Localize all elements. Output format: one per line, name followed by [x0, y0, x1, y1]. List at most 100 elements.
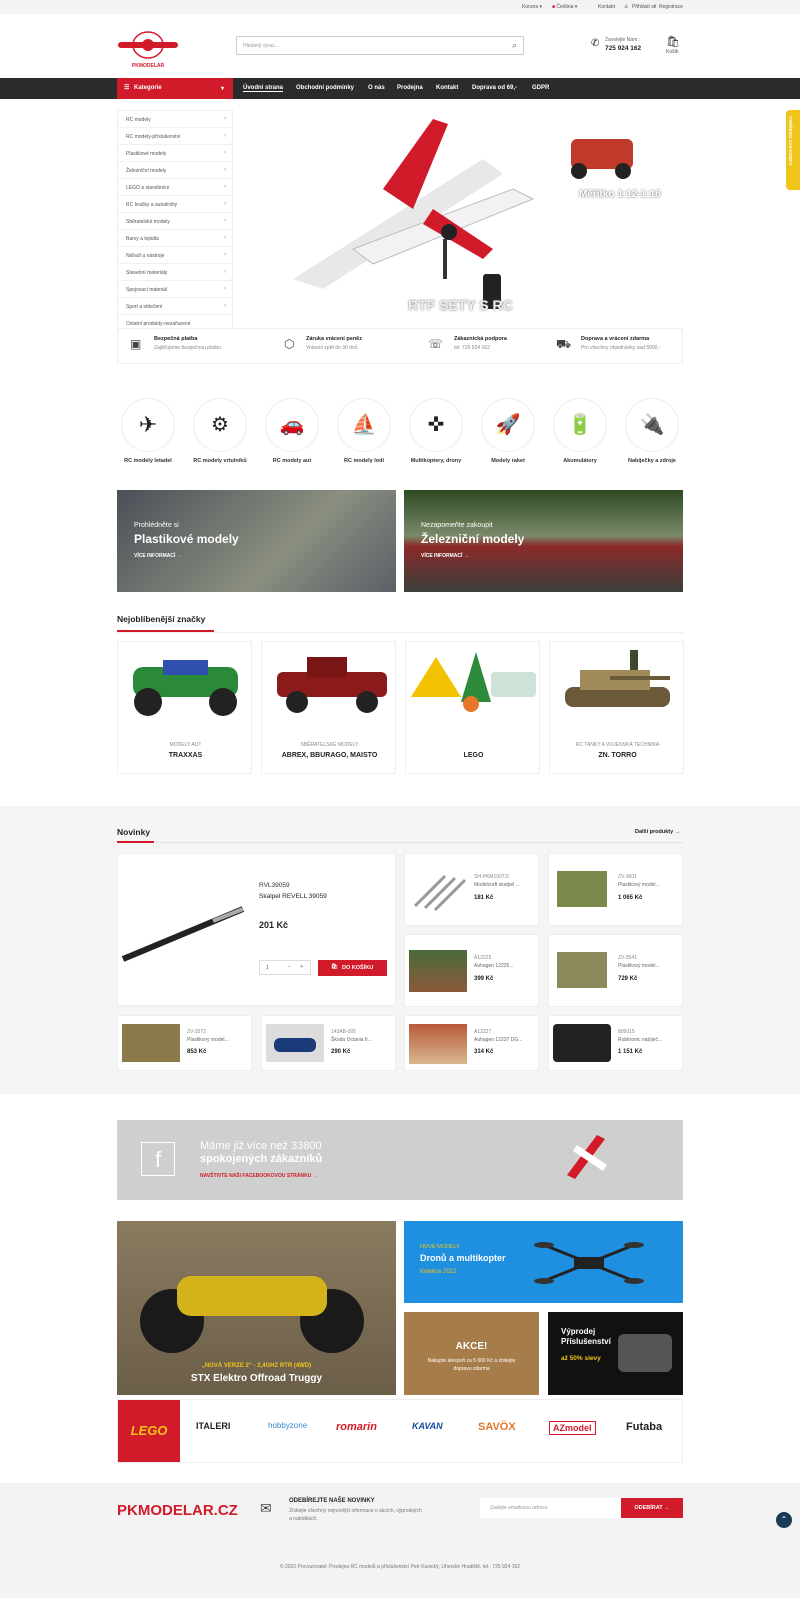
sidemenu-item[interactable]: RC hračky a autodráhy › — [118, 196, 232, 213]
product-card[interactable]: ZV-3601 Plastikový model... 1 065 Kč — [548, 853, 683, 926]
plus-icon[interactable]: + — [300, 964, 303, 970]
category-drone[interactable]: ✜ — [409, 398, 463, 452]
language-select[interactable]: ■ Čeština ▾ — [552, 4, 577, 10]
nav-about[interactable]: O nás — [368, 85, 385, 91]
search-input[interactable]: Hledaný výraz... ⌕ — [236, 36, 524, 55]
product-card[interactable]: 143AB-005 Škoda Octavia II... 290 Kč — [261, 1015, 396, 1071]
brand-card[interactable]: MODELY AUT TRAXXAS — [117, 641, 252, 774]
category-label[interactable]: RC modely vrtulníků — [180, 458, 260, 464]
logo-lego[interactable]: LEGO — [118, 1400, 180, 1462]
site-logo[interactable]: PKMODELAR — [118, 30, 178, 69]
product-name[interactable]: Auhagen 12225... — [474, 963, 513, 969]
banner-plastic-models[interactable]: Prohlédněte si Plastikové modely VÍCE IN… — [117, 490, 396, 592]
product-name[interactable]: Plastikový model... — [187, 1037, 229, 1043]
logo-romarin[interactable]: romarin — [336, 1421, 377, 1433]
logo-savox[interactable]: SAVÖX — [478, 1421, 516, 1433]
product-card[interactable]: ZV-3541 Plastikový model... 729 Kč — [548, 934, 683, 1007]
hero-slider[interactable]: RTF SETY S RC Měřítko 1:12-1:18 — [233, 99, 683, 327]
nav-gdpr[interactable]: GDPR — [532, 85, 549, 91]
category-label[interactable]: RC modely lodí — [324, 458, 404, 464]
top-bar: Koruna ▾ ■ Čeština ▾ Kontakt ♙ Přihlásit… — [0, 0, 800, 14]
contact-link[interactable]: Kontakt — [598, 4, 615, 10]
login-link[interactable]: Přihlásit se — [632, 4, 656, 10]
search-icon[interactable]: ⌕ — [512, 40, 517, 51]
product-card[interactable]: A12225 Auhagen 12225... 399 Kč — [404, 934, 539, 1007]
product-name[interactable]: Plastikový model... — [618, 963, 660, 969]
category-label[interactable]: RC modely letadel — [108, 458, 188, 464]
banner-railway-models[interactable]: Nezapomeňte zakoupit Železniční modely V… — [404, 490, 683, 592]
product-name[interactable]: Plastikový model... — [618, 882, 660, 888]
category-label[interactable]: Multikoptery, drony — [396, 458, 476, 464]
product-card[interactable]: SH-PKM1007/3 Modelcraft skalpel ... 181 … — [404, 853, 539, 926]
nav-store[interactable]: Prodejna — [397, 85, 423, 91]
promo-drones[interactable]: NOVÉ MODELY Dronů a multikopter Kolekce … — [404, 1221, 683, 1303]
category-battery[interactable]: 🔋 — [553, 398, 607, 452]
logo-azmodel[interactable]: AZmodel — [549, 1421, 596, 1435]
subscribe-button[interactable]: ODEBÍRAT → — [621, 1498, 683, 1518]
brand-card[interactable]: RC TANKY A VOJENSKÁ TECHNIKA ZN. TORRO — [549, 641, 684, 774]
email-field[interactable]: Zadejte emailovou adresu — [480, 1498, 621, 1518]
minus-icon[interactable]: − — [288, 964, 291, 970]
sidemenu-item[interactable]: Plastikové modely › — [118, 145, 232, 162]
category-label[interactable]: Modely raket — [468, 458, 548, 464]
facebook-link[interactable]: NAVŠTIVTE NAŠI FACEBOOKOVOU STRÁNKU → — [200, 1173, 318, 1179]
category-boat[interactable]: ⛵ — [337, 398, 391, 452]
more-products-link[interactable]: Další produkty → — [635, 829, 680, 835]
promo-truggy[interactable]: „NOVÁ VERZE 2“ - 2,4GHZ RTR (4WD) STX El… — [117, 1221, 396, 1395]
category-charger[interactable]: 🔌 — [625, 398, 679, 452]
scroll-top-button[interactable]: ⌃ — [776, 1512, 792, 1528]
logo-italeri[interactable]: ITALERI — [196, 1421, 230, 1431]
category-label[interactable]: Nabíječky a zdroje — [612, 458, 692, 464]
banner-link[interactable]: VÍCE INFORMACÍ → — [134, 553, 182, 559]
product-card[interactable]: ZV-3572 Plastikový model... 853 Kč — [117, 1015, 252, 1071]
product-name[interactable]: Auhagen 12237 DG... — [474, 1037, 522, 1043]
quantity-stepper[interactable]: 1 − + — [259, 960, 311, 975]
product-card[interactable]: 805015 Robitronic nabíječ... 1 151 Kč — [548, 1015, 683, 1071]
category-helicopter[interactable]: ⚙ — [193, 398, 247, 452]
product-name[interactable]: Skalpel REVELL 39059 — [259, 893, 327, 900]
sidemenu-item[interactable]: LEGO a stavebnice › — [118, 179, 232, 196]
nav-contact[interactable]: Kontakt — [436, 85, 458, 91]
nav-home[interactable]: Úvodní strana — [243, 85, 284, 92]
register-link[interactable]: Registrace — [659, 4, 683, 10]
add-to-cart-button[interactable]: 🛍 DO KOŠÍKU — [318, 960, 387, 976]
phone-number[interactable]: 725 924 162 — [605, 45, 641, 52]
sidemenu-label: Stavební materiály — [126, 270, 168, 276]
product-name[interactable]: Modelcraft skalpel ... — [474, 882, 520, 888]
brand-card[interactable]: LEGO — [405, 641, 540, 774]
sidemenu-item[interactable]: Stavební materiály › — [118, 264, 232, 281]
nav-shipping[interactable]: Doprava od 69,- — [472, 85, 517, 91]
product-card[interactable]: A12237 Auhagen 12237 DG... 314 Kč — [404, 1015, 539, 1071]
sidemenu-item[interactable]: Železniční modely › — [118, 162, 232, 179]
category-rocket[interactable]: 🚀 — [481, 398, 535, 452]
product-name[interactable]: Škoda Octavia II... — [331, 1037, 372, 1043]
cart-label[interactable]: Košík — [666, 49, 679, 55]
sidemenu-item[interactable]: Nářadí a nástroje › — [118, 247, 232, 264]
category-car[interactable]: 🚗 — [265, 398, 319, 452]
facebook-banner[interactable]: f Máme již více než 33800 spokojených zá… — [117, 1120, 683, 1200]
sidemenu-item[interactable]: Spojovací materiál › — [118, 281, 232, 298]
footer-text: © 2022 Provozovatel: Prodejna RC modelů … — [279, 1564, 521, 1570]
logo-kavan[interactable]: KAVAN — [412, 1421, 443, 1431]
brand-card[interactable]: SBĚRATELSKÉ MODELY ABREX, BBURAGO, MAIST… — [261, 641, 396, 774]
category-airplane[interactable]: ✈ — [121, 398, 175, 452]
cart-icon[interactable]: 🛍 — [666, 35, 680, 48]
product-name[interactable]: Robitronic nabíječ... — [618, 1037, 662, 1043]
sidemenu-item[interactable]: Barvy a lepidla › — [118, 230, 232, 247]
promo-accessories-sale[interactable]: Výprodej Příslušenství až 50% slevy — [548, 1312, 683, 1395]
verified-reviews-tab[interactable]: OVĚŘENO ZÁKAZNÍKY — [786, 110, 800, 190]
logo-futaba[interactable]: Futaba — [626, 1421, 662, 1433]
promo-sale-shipping[interactable]: AKCE! Nakupte alespoň za 5 000 Kč a získ… — [404, 1312, 539, 1395]
currency-select[interactable]: Koruna ▾ — [522, 4, 542, 10]
sidemenu-item[interactable]: Sběratelské modely › — [118, 213, 232, 230]
featured-product[interactable]: RVL39059 Skalpel REVELL 39059 201 Kč 1 −… — [117, 853, 396, 1006]
banner-link[interactable]: VÍCE INFORMACÍ → — [421, 553, 469, 559]
sidemenu-item[interactable]: RC modely-příslušenství › — [118, 128, 232, 145]
logo-hobbyzone[interactable]: hobbyzone — [268, 1421, 307, 1430]
sidemenu-item[interactable]: RC modely › — [118, 111, 232, 128]
categories-button[interactable]: ☰ Kategorie ▾ — [117, 78, 233, 99]
category-label[interactable]: RC modely aut — [252, 458, 332, 464]
sidemenu-item[interactable]: Sport a oblečení › — [118, 298, 232, 315]
category-label[interactable]: Akumulátory — [540, 458, 620, 464]
nav-terms[interactable]: Obchodní podmínky — [296, 85, 354, 91]
